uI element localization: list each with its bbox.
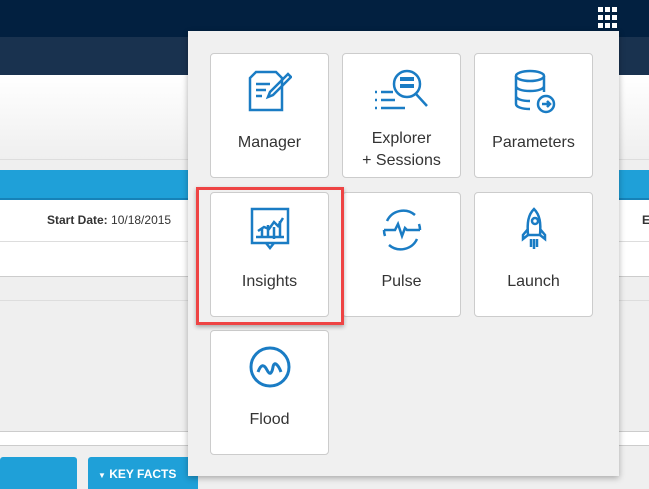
document-edit-icon	[248, 70, 292, 112]
app-tile-flood[interactable]: Flood	[210, 330, 329, 455]
rocket-icon	[521, 207, 546, 249]
app-tile-parameters[interactable]: Parameters	[474, 53, 593, 178]
wave-icon	[249, 346, 290, 388]
tile-label: Launch	[507, 273, 560, 290]
database-icon	[514, 69, 555, 114]
tab-key-facts-label: KEY FACTS	[109, 467, 177, 481]
truncated-label: E	[642, 213, 649, 227]
tile-label: Manager	[237, 134, 302, 151]
tab-key-facts[interactable]: ▼ KEY FACTS	[88, 457, 198, 489]
search-list-icon	[374, 69, 428, 110]
tile-label: Pulse	[381, 273, 422, 290]
tile-label: Explorer + Sessions	[362, 130, 441, 169]
app-tile-manager[interactable]: Manager	[210, 53, 329, 178]
tab-left[interactable]	[0, 457, 77, 489]
tile-label: Flood	[249, 411, 290, 428]
tile-label: Parameters	[492, 134, 575, 151]
pulse-icon	[382, 209, 421, 251]
insights-highlight-box	[196, 187, 344, 325]
start-date: Start Date: 10/18/2015	[47, 213, 172, 227]
app-tile-pulse[interactable]: Pulse	[342, 192, 461, 317]
app-tile-explorer-sessions[interactable]: Explorer + Sessions	[342, 53, 461, 178]
app-menu-grid-icon[interactable]	[598, 7, 620, 29]
app-tile-launch[interactable]: Launch	[474, 192, 593, 317]
